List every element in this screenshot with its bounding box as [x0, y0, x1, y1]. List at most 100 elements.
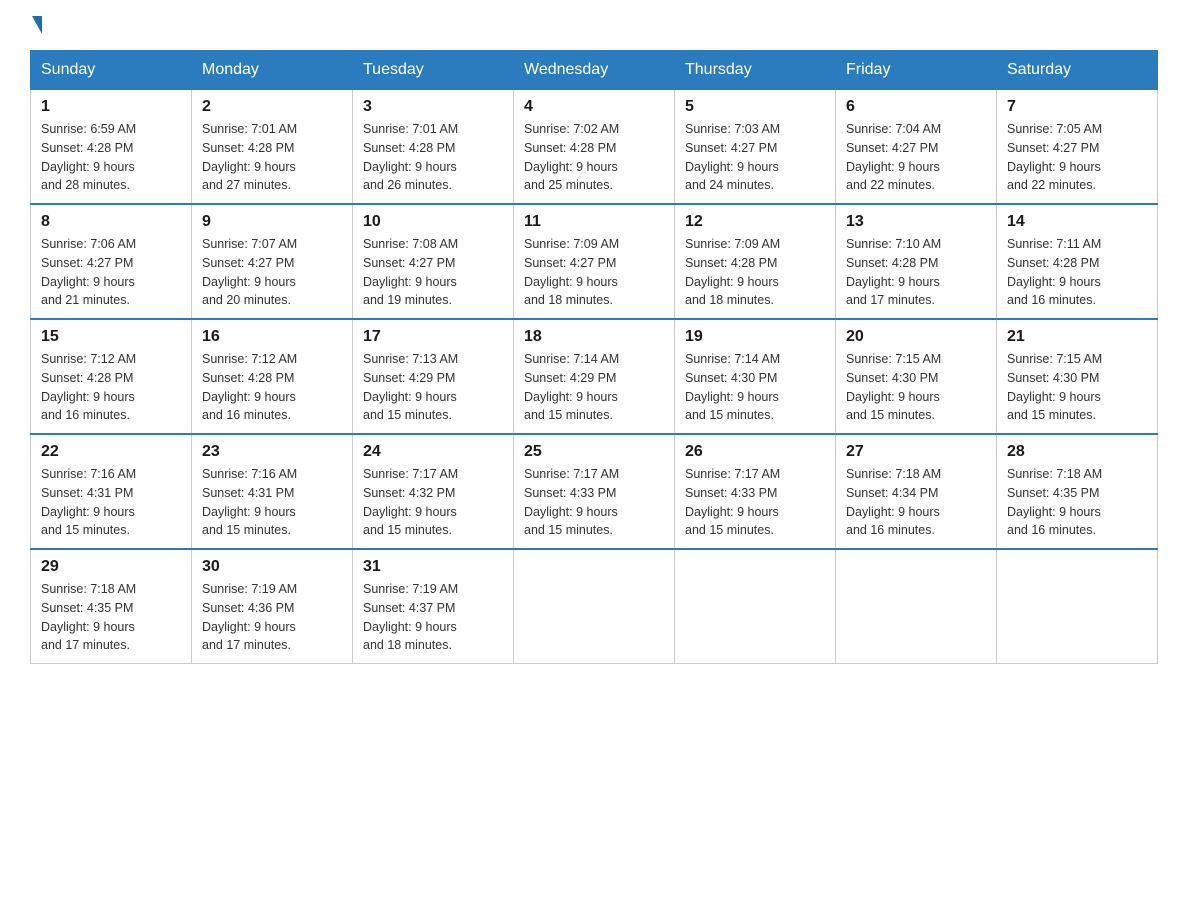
calendar-day-cell: 7 Sunrise: 7:05 AM Sunset: 4:27 PM Dayli…: [997, 90, 1158, 205]
calendar-day-cell: [514, 549, 675, 664]
day-info: Sunrise: 6:59 AM Sunset: 4:28 PM Dayligh…: [41, 120, 181, 195]
day-info: Sunrise: 7:11 AM Sunset: 4:28 PM Dayligh…: [1007, 235, 1147, 310]
day-number: 15: [41, 328, 181, 346]
calendar-day-cell: [836, 549, 997, 664]
calendar-day-cell: 28 Sunrise: 7:18 AM Sunset: 4:35 PM Dayl…: [997, 434, 1158, 549]
day-info: Sunrise: 7:12 AM Sunset: 4:28 PM Dayligh…: [202, 350, 342, 425]
day-number: 29: [41, 558, 181, 576]
calendar-day-cell: 13 Sunrise: 7:10 AM Sunset: 4:28 PM Dayl…: [836, 204, 997, 319]
col-header-wednesday: Wednesday: [514, 51, 675, 90]
day-info: Sunrise: 7:18 AM Sunset: 4:35 PM Dayligh…: [1007, 465, 1147, 540]
day-number: 5: [685, 98, 825, 116]
day-info: Sunrise: 7:12 AM Sunset: 4:28 PM Dayligh…: [41, 350, 181, 425]
day-number: 26: [685, 443, 825, 461]
calendar-day-cell: 9 Sunrise: 7:07 AM Sunset: 4:27 PM Dayli…: [192, 204, 353, 319]
logo-triangle-icon: [32, 16, 42, 34]
day-number: 21: [1007, 328, 1147, 346]
calendar-header-row: SundayMondayTuesdayWednesdayThursdayFrid…: [31, 51, 1158, 90]
calendar-day-cell: 18 Sunrise: 7:14 AM Sunset: 4:29 PM Dayl…: [514, 319, 675, 434]
day-number: 22: [41, 443, 181, 461]
day-info: Sunrise: 7:08 AM Sunset: 4:27 PM Dayligh…: [363, 235, 503, 310]
day-info: Sunrise: 7:17 AM Sunset: 4:33 PM Dayligh…: [524, 465, 664, 540]
calendar-week-row: 15 Sunrise: 7:12 AM Sunset: 4:28 PM Dayl…: [31, 319, 1158, 434]
day-info: Sunrise: 7:02 AM Sunset: 4:28 PM Dayligh…: [524, 120, 664, 195]
calendar-day-cell: 1 Sunrise: 6:59 AM Sunset: 4:28 PM Dayli…: [31, 90, 192, 205]
col-header-friday: Friday: [836, 51, 997, 90]
calendar-day-cell: 16 Sunrise: 7:12 AM Sunset: 4:28 PM Dayl…: [192, 319, 353, 434]
calendar-day-cell: 17 Sunrise: 7:13 AM Sunset: 4:29 PM Dayl…: [353, 319, 514, 434]
day-info: Sunrise: 7:18 AM Sunset: 4:35 PM Dayligh…: [41, 580, 181, 655]
calendar-day-cell: 30 Sunrise: 7:19 AM Sunset: 4:36 PM Dayl…: [192, 549, 353, 664]
calendar-day-cell: [675, 549, 836, 664]
day-info: Sunrise: 7:19 AM Sunset: 4:36 PM Dayligh…: [202, 580, 342, 655]
calendar-day-cell: 5 Sunrise: 7:03 AM Sunset: 4:27 PM Dayli…: [675, 90, 836, 205]
logo: [30, 20, 42, 34]
page-header: [30, 20, 1158, 34]
day-info: Sunrise: 7:17 AM Sunset: 4:33 PM Dayligh…: [685, 465, 825, 540]
day-number: 3: [363, 98, 503, 116]
day-number: 11: [524, 213, 664, 231]
calendar-day-cell: 12 Sunrise: 7:09 AM Sunset: 4:28 PM Dayl…: [675, 204, 836, 319]
calendar-day-cell: 6 Sunrise: 7:04 AM Sunset: 4:27 PM Dayli…: [836, 90, 997, 205]
calendar-week-row: 22 Sunrise: 7:16 AM Sunset: 4:31 PM Dayl…: [31, 434, 1158, 549]
day-number: 12: [685, 213, 825, 231]
calendar-day-cell: 19 Sunrise: 7:14 AM Sunset: 4:30 PM Dayl…: [675, 319, 836, 434]
day-number: 16: [202, 328, 342, 346]
day-info: Sunrise: 7:09 AM Sunset: 4:27 PM Dayligh…: [524, 235, 664, 310]
calendar-day-cell: 27 Sunrise: 7:18 AM Sunset: 4:34 PM Dayl…: [836, 434, 997, 549]
calendar-day-cell: 22 Sunrise: 7:16 AM Sunset: 4:31 PM Dayl…: [31, 434, 192, 549]
col-header-monday: Monday: [192, 51, 353, 90]
day-info: Sunrise: 7:14 AM Sunset: 4:29 PM Dayligh…: [524, 350, 664, 425]
day-number: 4: [524, 98, 664, 116]
col-header-saturday: Saturday: [997, 51, 1158, 90]
day-number: 23: [202, 443, 342, 461]
calendar-day-cell: 11 Sunrise: 7:09 AM Sunset: 4:27 PM Dayl…: [514, 204, 675, 319]
calendar-day-cell: 20 Sunrise: 7:15 AM Sunset: 4:30 PM Dayl…: [836, 319, 997, 434]
day-number: 6: [846, 98, 986, 116]
day-number: 18: [524, 328, 664, 346]
day-info: Sunrise: 7:18 AM Sunset: 4:34 PM Dayligh…: [846, 465, 986, 540]
day-info: Sunrise: 7:03 AM Sunset: 4:27 PM Dayligh…: [685, 120, 825, 195]
day-number: 8: [41, 213, 181, 231]
col-header-thursday: Thursday: [675, 51, 836, 90]
day-number: 10: [363, 213, 503, 231]
calendar-day-cell: 3 Sunrise: 7:01 AM Sunset: 4:28 PM Dayli…: [353, 90, 514, 205]
calendar-day-cell: 4 Sunrise: 7:02 AM Sunset: 4:28 PM Dayli…: [514, 90, 675, 205]
day-number: 14: [1007, 213, 1147, 231]
calendar-day-cell: 29 Sunrise: 7:18 AM Sunset: 4:35 PM Dayl…: [31, 549, 192, 664]
calendar-week-row: 1 Sunrise: 6:59 AM Sunset: 4:28 PM Dayli…: [31, 90, 1158, 205]
calendar-day-cell: 2 Sunrise: 7:01 AM Sunset: 4:28 PM Dayli…: [192, 90, 353, 205]
day-info: Sunrise: 7:13 AM Sunset: 4:29 PM Dayligh…: [363, 350, 503, 425]
day-info: Sunrise: 7:04 AM Sunset: 4:27 PM Dayligh…: [846, 120, 986, 195]
day-info: Sunrise: 7:15 AM Sunset: 4:30 PM Dayligh…: [846, 350, 986, 425]
day-info: Sunrise: 7:19 AM Sunset: 4:37 PM Dayligh…: [363, 580, 503, 655]
day-info: Sunrise: 7:07 AM Sunset: 4:27 PM Dayligh…: [202, 235, 342, 310]
calendar-week-row: 8 Sunrise: 7:06 AM Sunset: 4:27 PM Dayli…: [31, 204, 1158, 319]
calendar-day-cell: 15 Sunrise: 7:12 AM Sunset: 4:28 PM Dayl…: [31, 319, 192, 434]
day-number: 17: [363, 328, 503, 346]
col-header-tuesday: Tuesday: [353, 51, 514, 90]
day-number: 7: [1007, 98, 1147, 116]
day-number: 28: [1007, 443, 1147, 461]
calendar-day-cell: 14 Sunrise: 7:11 AM Sunset: 4:28 PM Dayl…: [997, 204, 1158, 319]
day-info: Sunrise: 7:16 AM Sunset: 4:31 PM Dayligh…: [41, 465, 181, 540]
day-info: Sunrise: 7:05 AM Sunset: 4:27 PM Dayligh…: [1007, 120, 1147, 195]
day-info: Sunrise: 7:17 AM Sunset: 4:32 PM Dayligh…: [363, 465, 503, 540]
day-number: 19: [685, 328, 825, 346]
calendar-table: SundayMondayTuesdayWednesdayThursdayFrid…: [30, 50, 1158, 664]
calendar-day-cell: 8 Sunrise: 7:06 AM Sunset: 4:27 PM Dayli…: [31, 204, 192, 319]
calendar-day-cell: 25 Sunrise: 7:17 AM Sunset: 4:33 PM Dayl…: [514, 434, 675, 549]
day-info: Sunrise: 7:14 AM Sunset: 4:30 PM Dayligh…: [685, 350, 825, 425]
day-number: 31: [363, 558, 503, 576]
day-number: 27: [846, 443, 986, 461]
col-header-sunday: Sunday: [31, 51, 192, 90]
day-info: Sunrise: 7:16 AM Sunset: 4:31 PM Dayligh…: [202, 465, 342, 540]
calendar-week-row: 29 Sunrise: 7:18 AM Sunset: 4:35 PM Dayl…: [31, 549, 1158, 664]
calendar-day-cell: [997, 549, 1158, 664]
day-info: Sunrise: 7:10 AM Sunset: 4:28 PM Dayligh…: [846, 235, 986, 310]
day-info: Sunrise: 7:01 AM Sunset: 4:28 PM Dayligh…: [202, 120, 342, 195]
day-number: 1: [41, 98, 181, 116]
calendar-day-cell: 24 Sunrise: 7:17 AM Sunset: 4:32 PM Dayl…: [353, 434, 514, 549]
day-number: 25: [524, 443, 664, 461]
calendar-day-cell: 10 Sunrise: 7:08 AM Sunset: 4:27 PM Dayl…: [353, 204, 514, 319]
